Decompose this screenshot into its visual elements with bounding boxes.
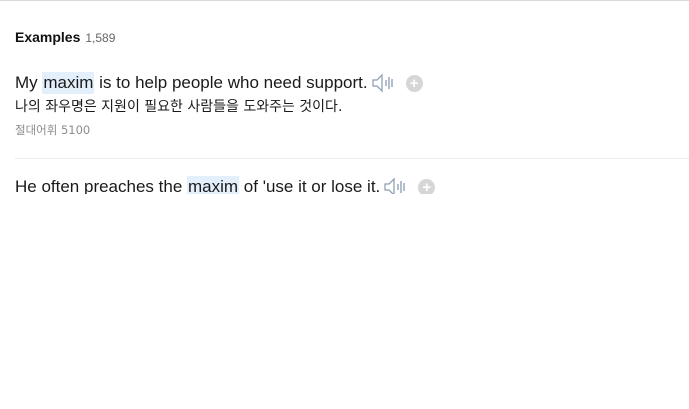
example-source[interactable]: 절대어휘 5100 <box>15 122 689 138</box>
sentence-text-before: He often preaches the <box>15 177 188 194</box>
example-divider <box>15 158 689 159</box>
page: Examples 1,589 My maxim is to help peopl… <box>0 0 689 409</box>
example-translation: 나의 좌우명은 지원이 필요한 사람들을 도와주는 것이다. <box>15 99 343 115</box>
highlighted-word: maxim <box>187 176 240 194</box>
example-sentence: He often preaches the maxim of 'use it o… <box>15 176 689 194</box>
add-to-wordbook-button[interactable]: + <box>418 178 436 194</box>
add-to-wordbook-button[interactable]: + <box>405 74 423 92</box>
top-divider <box>0 0 689 1</box>
speaker-icon[interactable] <box>384 177 408 194</box>
example-item: My maxim is to help people who need supp… <box>15 72 689 138</box>
section-title: Examples <box>15 29 81 45</box>
highlighted-word: maxim <box>42 72 95 94</box>
example-sentence: My maxim is to help people who need supp… <box>15 72 689 94</box>
example-count: 1,589 <box>85 31 116 45</box>
sentence-text-after: of 'use it or lose it. <box>239 177 381 194</box>
sentence-text-after: is to help people who need support. <box>94 73 368 92</box>
speaker-icon[interactable] <box>371 73 396 93</box>
sentence-text-before: My <box>15 73 43 92</box>
examples-header: Examples 1,589 <box>15 29 115 45</box>
example-item: He often preaches the maxim of 'use it o… <box>15 176 689 194</box>
